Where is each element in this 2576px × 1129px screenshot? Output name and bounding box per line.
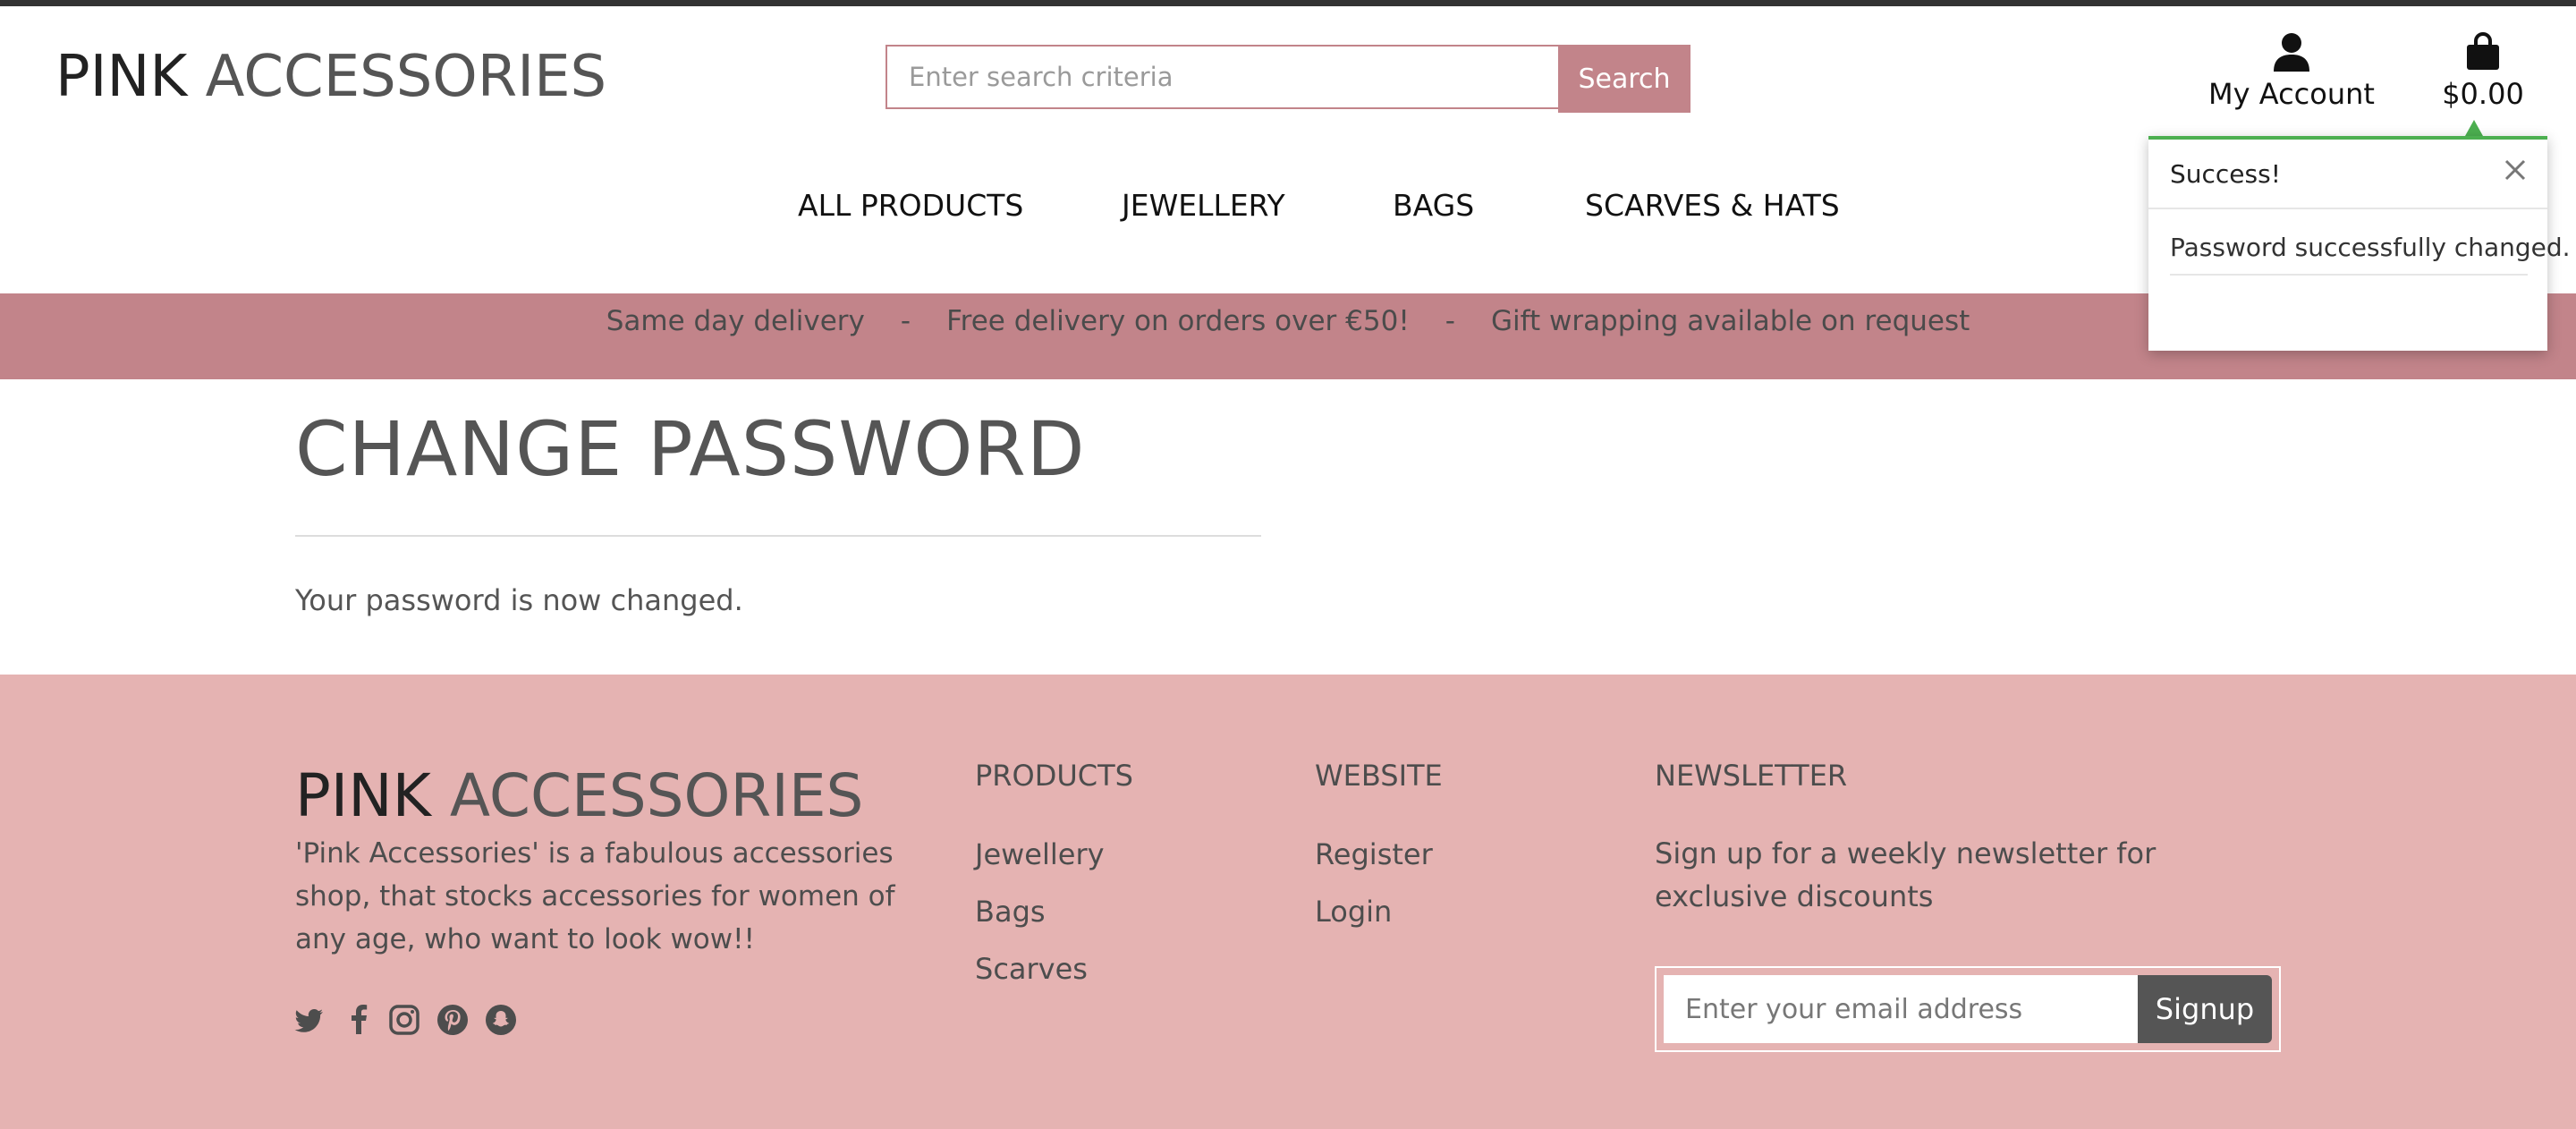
footer-link-scarves[interactable]: Scarves (975, 952, 1088, 986)
footer-description: 'Pink Accessories' is a fabulous accesso… (295, 837, 895, 955)
twitter-icon[interactable] (293, 1004, 329, 1040)
page-title: CHANGE PASSWORD (295, 405, 1086, 493)
nav-bags[interactable]: BAGS (1393, 188, 1474, 223)
site-footer: PINK ACCESSORIES 'Pink Accessories' is a… (0, 675, 2576, 1129)
footer-logo: PINK ACCESSORIES (295, 761, 864, 830)
newsletter-text: Sign up for a weekly newsletter for excl… (1655, 836, 2157, 913)
nav-scarves-hats[interactable]: SCARVES & HATS (1585, 188, 1840, 223)
toast-message: Password successfully changed. (2170, 233, 2571, 262)
search-input[interactable] (886, 45, 1558, 109)
search-button[interactable]: Search (1558, 45, 1690, 113)
footer-website-heading: WEBSITE (1315, 759, 1443, 793)
title-divider (295, 535, 1261, 537)
footer-link-register[interactable]: Register (1315, 837, 1433, 871)
toast-divider (2170, 274, 2528, 276)
footer-link-login[interactable]: Login (1315, 895, 1392, 929)
success-toast: Success! Password successfully changed. (2148, 136, 2571, 351)
promo-separator: - (900, 305, 911, 337)
footer-products-heading: PRODUCTS (975, 759, 1133, 793)
footer-link-bags[interactable]: Bags (975, 895, 1046, 929)
cart-total: $0.00 (2442, 77, 2524, 111)
promo-same-day: Same day delivery (606, 305, 865, 337)
toast-divider (2148, 208, 2547, 209)
toast-title: Success! (2170, 159, 2281, 189)
my-account-link[interactable]: My Account (2202, 32, 2381, 122)
snapchat-icon[interactable] (485, 1004, 521, 1040)
user-icon (2274, 33, 2309, 72)
footer-newsletter-heading: NEWSLETTER (1655, 759, 1848, 793)
account-label: My Account (2208, 77, 2375, 111)
toast-arrow (2465, 120, 2483, 136)
signup-button[interactable]: Signup (2138, 975, 2272, 1043)
pinterest-icon[interactable] (436, 1004, 472, 1040)
cart-link[interactable]: $0.00 (2429, 32, 2537, 122)
confirmation-message: Your password is now changed. (295, 583, 743, 617)
newsletter-form: Signup (1655, 966, 2281, 1052)
promo-gift-wrapping: Gift wrapping available on request (1490, 305, 1970, 337)
facebook-icon[interactable] (343, 1004, 379, 1040)
nav-jewellery[interactable]: JEWELLERY (1122, 188, 1285, 223)
close-icon[interactable] (2501, 156, 2529, 184)
instagram-icon[interactable] (388, 1004, 424, 1040)
search-form: Search (886, 45, 1690, 113)
shopping-bag-icon (2467, 32, 2499, 70)
top-accent-bar (0, 0, 2576, 6)
promo-separator: - (1445, 305, 1455, 337)
footer-link-jewellery[interactable]: Jewellery (975, 837, 1105, 871)
nav-all-products[interactable]: ALL PRODUCTS (798, 188, 1023, 223)
promo-free-delivery: Free delivery on orders over €50! (946, 305, 1410, 337)
newsletter-email-input[interactable] (1664, 975, 2138, 1043)
site-logo[interactable]: PINK ACCESSORIES (55, 45, 606, 109)
